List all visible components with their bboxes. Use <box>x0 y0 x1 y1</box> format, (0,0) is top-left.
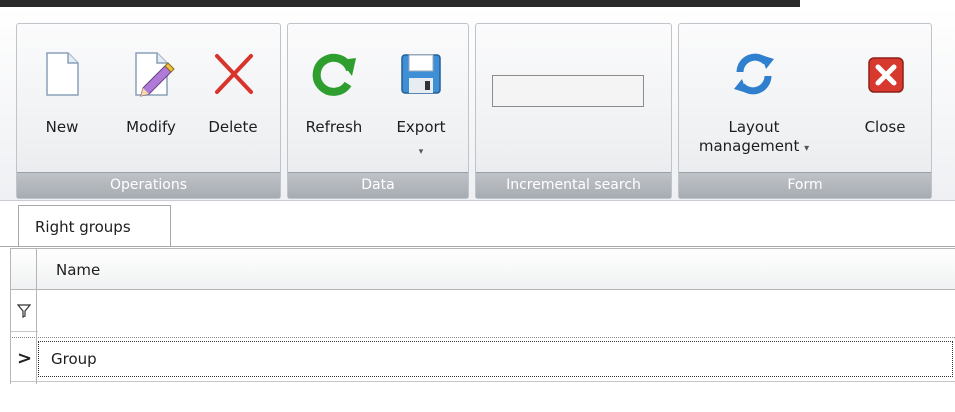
window-top-border <box>0 0 800 7</box>
delete-x-icon <box>215 54 253 94</box>
edit-document-icon <box>135 52 175 97</box>
refresh-icon <box>312 53 356 96</box>
incremental-search-input[interactable] <box>492 75 644 107</box>
close-red-icon <box>868 57 904 93</box>
data-grid: Name > Group <box>10 248 955 384</box>
new-button[interactable]: New <box>31 24 93 172</box>
refresh-button[interactable]: Refresh <box>294 24 374 172</box>
layout-label-line1: Layout <box>728 118 780 136</box>
layout-dropdown-arrow[interactable]: ▾ <box>804 143 809 154</box>
layout-management-label: Layout management ▾ <box>683 118 825 158</box>
tab-right-groups[interactable]: Right groups <box>18 205 171 246</box>
name-filter-input[interactable] <box>38 290 955 333</box>
close-label: Close <box>864 118 906 136</box>
ribbon: New Modify Delete Operations Refresh Exp… <box>0 7 955 201</box>
incremental-search-caption: Incremental search <box>476 172 671 198</box>
modify-label: Modify <box>126 118 176 136</box>
save-disk-icon <box>401 54 441 94</box>
refresh-label: Refresh <box>305 118 363 136</box>
ribbon-group-operations: New Modify Delete Operations <box>16 23 281 199</box>
grid-filter-row <box>10 290 955 333</box>
name-cell[interactable]: Group <box>38 341 953 377</box>
new-label: New <box>45 118 79 136</box>
new-document-icon <box>46 52 79 96</box>
export-dropdown-arrow[interactable]: ▾ <box>384 147 458 157</box>
column-header-name[interactable]: Name <box>56 261 100 279</box>
tab-strip: Right groups <box>0 205 955 247</box>
ribbon-group-data: Refresh Export ▾ Data <box>287 23 469 199</box>
delete-button[interactable]: Delete <box>197 24 269 172</box>
delete-label: Delete <box>208 118 258 136</box>
export-button[interactable]: Export ▾ <box>384 24 458 172</box>
layout-management-button[interactable]: Layout management ▾ <box>683 24 825 172</box>
table-row[interactable]: > Group <box>10 338 955 382</box>
data-caption: Data <box>288 172 468 198</box>
ribbon-group-incremental-search: Incremental search <box>475 23 672 199</box>
sync-arrows-icon <box>734 53 774 95</box>
ribbon-group-form: Layout management ▾ Close Form <box>678 23 932 199</box>
export-label: Export <box>396 118 446 136</box>
form-caption: Form <box>679 172 931 198</box>
row-indicator-column <box>10 248 37 384</box>
operations-caption: Operations <box>17 172 280 198</box>
grid-header-row: Name <box>10 248 955 290</box>
modify-button[interactable]: Modify <box>112 24 190 172</box>
layout-label-line2: management <box>698 137 800 155</box>
close-button[interactable]: Close <box>847 24 923 172</box>
